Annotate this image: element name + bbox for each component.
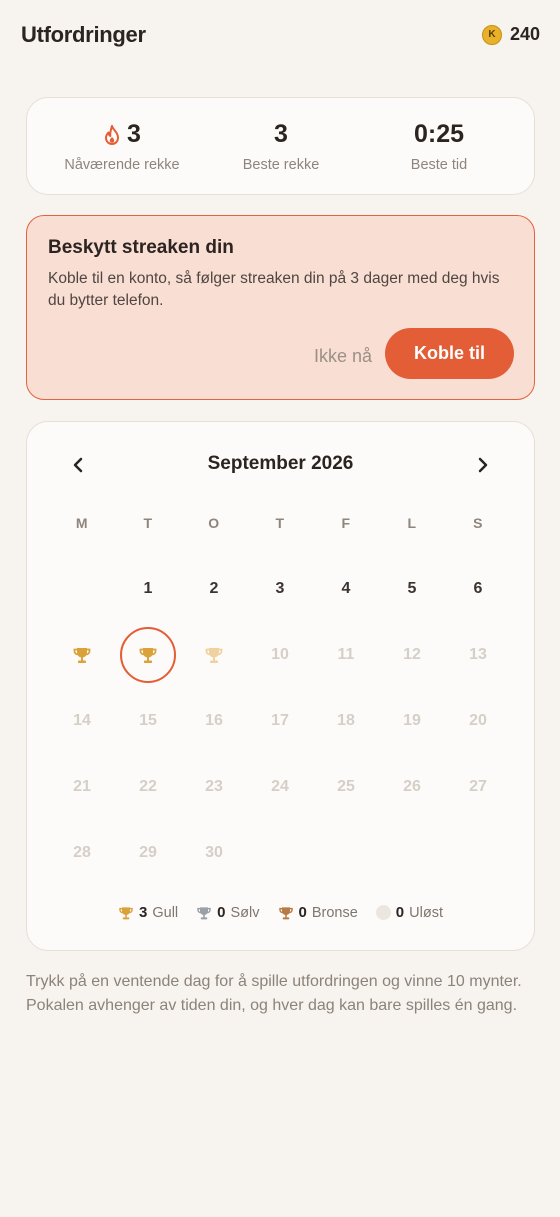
month-title: September 2026 [207,453,354,474]
day-cell[interactable]: 30 [186,825,242,881]
stat-label: Beste rekke [242,157,320,173]
day-cell[interactable]: 15 [120,693,176,749]
day-cell[interactable]: 12 [384,627,440,683]
weekday-label: O [208,515,220,531]
header: Utfordringer K 240 [0,0,560,72]
day-cell[interactable]: 3 [252,561,308,617]
stat-best-streak: 3 Beste rekke [196,98,366,196]
next-month-button[interactable] [468,450,498,480]
day-cell[interactable]: 1 [120,561,176,617]
stat-value: 3 [127,120,141,148]
footer-note: Trykk på en ventende dag for å spille ut… [26,973,522,1014]
day-cell[interactable]: 21 [54,759,110,815]
day-cell[interactable]: 29 [120,825,176,881]
trophy-icon [205,648,223,663]
protect-title: Beskytt streaken din [48,237,234,258]
day-cell[interactable]: 23 [186,759,242,815]
day-cell[interactable]: 13 [450,627,506,683]
chevron-right-icon [478,457,488,473]
day-cell[interactable]: 25 [318,759,374,815]
page-title: Utfordringer [21,22,146,47]
day-cell-completed[interactable] [54,627,110,683]
day-cell[interactable]: 17 [252,693,308,749]
day-cell[interactable]: 14 [54,693,110,749]
legend-count: 3 [139,904,148,921]
stat-best-time: 0:25 Beste tid [354,98,524,196]
day-cell[interactable]: 18 [318,693,374,749]
weekday-label: T [275,515,285,531]
flame-icon [105,124,120,145]
not-now-button[interactable]: Ikke nå [303,341,383,371]
legend-count: 0 [217,904,226,921]
day-cell[interactable]: 2 [186,561,242,617]
bronze-trophy-icon [278,905,294,921]
day-cell[interactable]: 5 [384,561,440,617]
coin-balance[interactable]: K 240 [481,24,540,45]
day-cell[interactable]: 22 [120,759,176,815]
day-cell[interactable]: 24 [252,759,308,815]
day-cell[interactable]: 26 [384,759,440,815]
day-cell[interactable]: 11 [318,627,374,683]
weekday-label: S [473,515,483,531]
stat-value: 3 [274,120,288,148]
legend-label: Gull [152,904,179,921]
day-cell[interactable]: 4 [318,561,374,617]
calendar-card: September 2026 MTOTFLS 1 2 3 4 5 6 10 11 12 13 14 1… [26,421,535,951]
legend-silver: 0 Sølv [196,904,260,921]
protect-streak-card: Beskytt streaken din Koble til en konto,… [26,215,535,400]
legend-bronze: 0 Bronse [278,904,358,921]
trophy-icon [73,648,91,663]
day-cell[interactable]: 19 [384,693,440,749]
legend-count: 0 [395,904,405,921]
day-cell[interactable]: 16 [186,693,242,749]
weekday-label: L [407,515,417,531]
day-cell[interactable]: 28 [54,825,110,881]
gold-trophy-icon [118,905,134,921]
trophy-icon [139,648,157,663]
stats-card: 3 Nåværende rekke 3 Beste rekke 0:25 Bes… [26,97,535,195]
stat-value: 0:25 [413,120,465,148]
coin-count: 240 [509,24,540,44]
legend-label: Bronse [311,904,358,921]
day-cell[interactable]: 27 [450,759,506,815]
legend-count: 0 [298,904,307,921]
weekday-label: M [75,515,89,531]
silver-trophy-icon [196,905,212,921]
day-cell[interactable]: 10 [252,627,308,683]
day-cell-completed[interactable] [186,627,242,683]
legend-unsolved: 0 Uløst [375,904,443,921]
stat-label: Nåværende rekke [64,157,180,173]
stat-current-streak: 3 Nåværende rekke [37,98,207,196]
legend-label: Uløst [409,904,443,921]
legend-label: Sølv [230,904,260,921]
coin-icon: K [481,24,502,45]
stat-label: Beste tid [410,157,468,173]
trophy-legend: 3 Gull 0 Sølv 0 Bronse 0 Uløst [27,904,534,921]
weekday-label: F [341,515,351,531]
legend-gold: 3 Gull [118,904,178,921]
connect-account-button[interactable]: Koble til [385,328,514,379]
weekday-label: T [143,515,153,531]
day-cell-selected[interactable] [120,627,176,683]
unsolved-dot-icon [375,905,391,920]
protect-body: Koble til en konto, så følger streaken d… [48,270,500,309]
day-cell[interactable]: 20 [450,693,506,749]
day-cell[interactable]: 6 [450,561,506,617]
